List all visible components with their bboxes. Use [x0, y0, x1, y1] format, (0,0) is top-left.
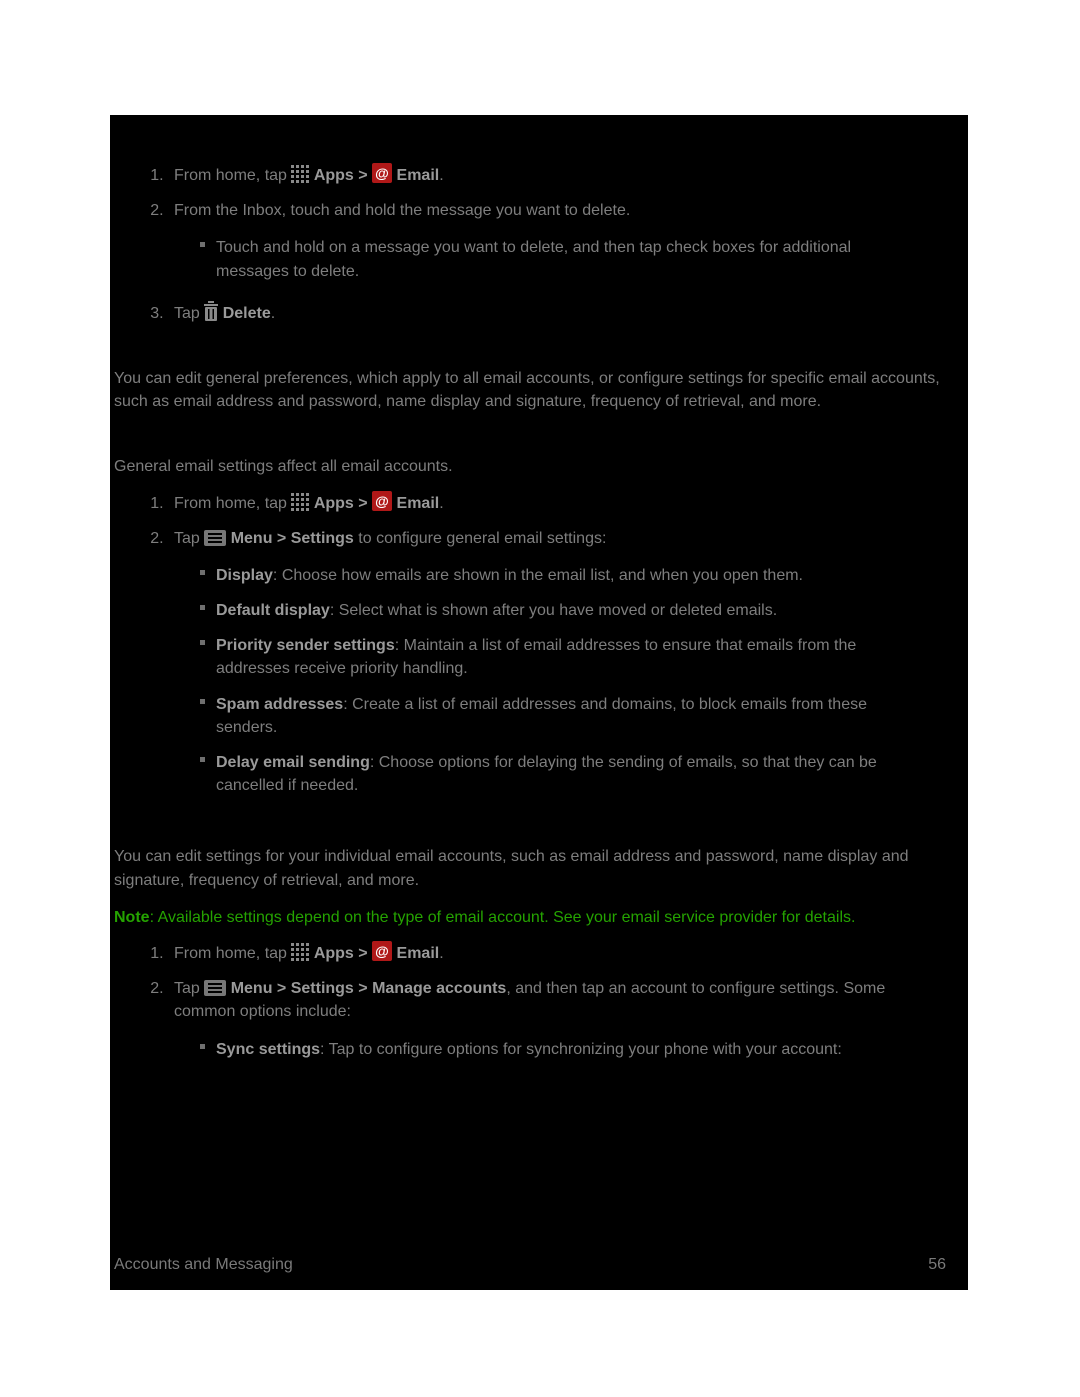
menu-path-label: Menu > Settings > Manage accounts	[231, 980, 507, 997]
email-label: Email	[397, 945, 440, 962]
step-1: From home, tap Apps > @ Email.	[168, 485, 968, 521]
bullet-spam-addresses: Spam addresses: Create a list of email a…	[200, 687, 938, 745]
text: .	[439, 945, 443, 962]
substep: Touch and hold on a message you want to …	[200, 230, 938, 288]
text: From the Inbox, touch and hold the messa…	[174, 202, 630, 219]
email-at-icon: @	[372, 491, 392, 511]
step-1: From home, tap Apps > @ Email.	[168, 935, 968, 971]
step-3: Tap Delete.	[168, 295, 968, 331]
svg-text:@: @	[375, 943, 389, 959]
menu-hamburger-icon	[204, 980, 226, 996]
text: Tap	[174, 980, 204, 997]
text: .	[271, 305, 275, 322]
step-2: From the Inbox, touch and hold the messa…	[168, 193, 968, 295]
email-label: Email	[397, 167, 440, 184]
label: Delay email sending	[216, 754, 370, 771]
label: Priority sender settings	[216, 637, 395, 654]
text: : Tap to configure options for synchroni…	[320, 1041, 842, 1058]
text: From home, tap	[174, 945, 291, 962]
bullet-delay-sending: Delay email sending: Choose options for …	[200, 745, 938, 803]
paragraph-email-settings-intro: You can edit general preferences, which …	[110, 353, 968, 419]
email-at-icon: @	[372, 163, 392, 183]
text: .	[439, 495, 443, 512]
note-label: Note	[114, 909, 150, 926]
settings-bullets: Display: Choose how emails are shown in …	[174, 558, 938, 804]
bullet-sync-settings: Sync settings: Tap to configure options …	[200, 1032, 938, 1067]
text: .	[439, 167, 443, 184]
bullet-priority-sender: Priority sender settings: Maintain a lis…	[200, 628, 938, 686]
apps-label: Apps >	[314, 495, 372, 512]
text: From home, tap	[174, 167, 291, 184]
apps-label: Apps >	[314, 167, 372, 184]
trash-icon	[204, 301, 218, 321]
substeps: Touch and hold on a message you want to …	[174, 230, 938, 288]
delete-label: Delete	[223, 305, 271, 322]
text: From home, tap	[174, 495, 291, 512]
bullet-default-display: Default display: Select what is shown af…	[200, 593, 938, 628]
apps-grid-icon	[291, 165, 309, 183]
page-content: From home, tap Apps > @ Email. From the …	[110, 115, 968, 1290]
text: Touch and hold on a message you want to …	[216, 239, 851, 279]
steps-account-settings: From home, tap Apps > @ Email. Tap Menu …	[110, 935, 968, 1073]
note-callout: Note: Available settings depend on the t…	[110, 898, 968, 935]
text: to configure general email settings:	[354, 530, 607, 547]
footer-section-title: Accounts and Messaging	[114, 1253, 293, 1276]
account-bullets: Sync settings: Tap to configure options …	[174, 1032, 938, 1067]
footer-page-number: 56	[928, 1253, 946, 1276]
paragraph-general-settings: General email settings affect all email …	[110, 441, 968, 484]
text: : Select what is shown after you have mo…	[330, 602, 777, 619]
document-page: From home, tap Apps > @ Email. From the …	[0, 0, 1080, 1397]
step-2: Tap Menu > Settings > Manage accounts, a…	[168, 971, 968, 1073]
step-2: Tap Menu > Settings to configure general…	[168, 521, 968, 810]
steps-delete-messages: From home, tap Apps > @ Email. From the …	[110, 157, 968, 331]
steps-general-settings: From home, tap Apps > @ Email. Tap Menu …	[110, 485, 968, 810]
apps-grid-icon	[291, 493, 309, 511]
text: Tap	[174, 305, 204, 322]
bullet-display: Display: Choose how emails are shown in …	[200, 558, 938, 593]
step-1: From home, tap Apps > @ Email.	[168, 157, 968, 193]
label: Display	[216, 567, 273, 584]
svg-text:@: @	[375, 165, 389, 181]
apps-label: Apps >	[314, 945, 372, 962]
text: Tap	[174, 530, 204, 547]
menu-settings-label: Menu > Settings	[231, 530, 354, 547]
svg-text:@: @	[375, 493, 389, 509]
apps-grid-icon	[291, 943, 309, 961]
menu-hamburger-icon	[204, 530, 226, 546]
label: Spam addresses	[216, 696, 343, 713]
text: : Choose how emails are shown in the ema…	[273, 567, 803, 584]
paragraph-account-settings: You can edit settings for your individua…	[110, 831, 968, 897]
email-at-icon: @	[372, 941, 392, 961]
label: Default display	[216, 602, 330, 619]
label: Sync settings	[216, 1041, 320, 1058]
note-text: : Available settings depend on the type …	[150, 909, 856, 926]
email-label: Email	[397, 495, 440, 512]
